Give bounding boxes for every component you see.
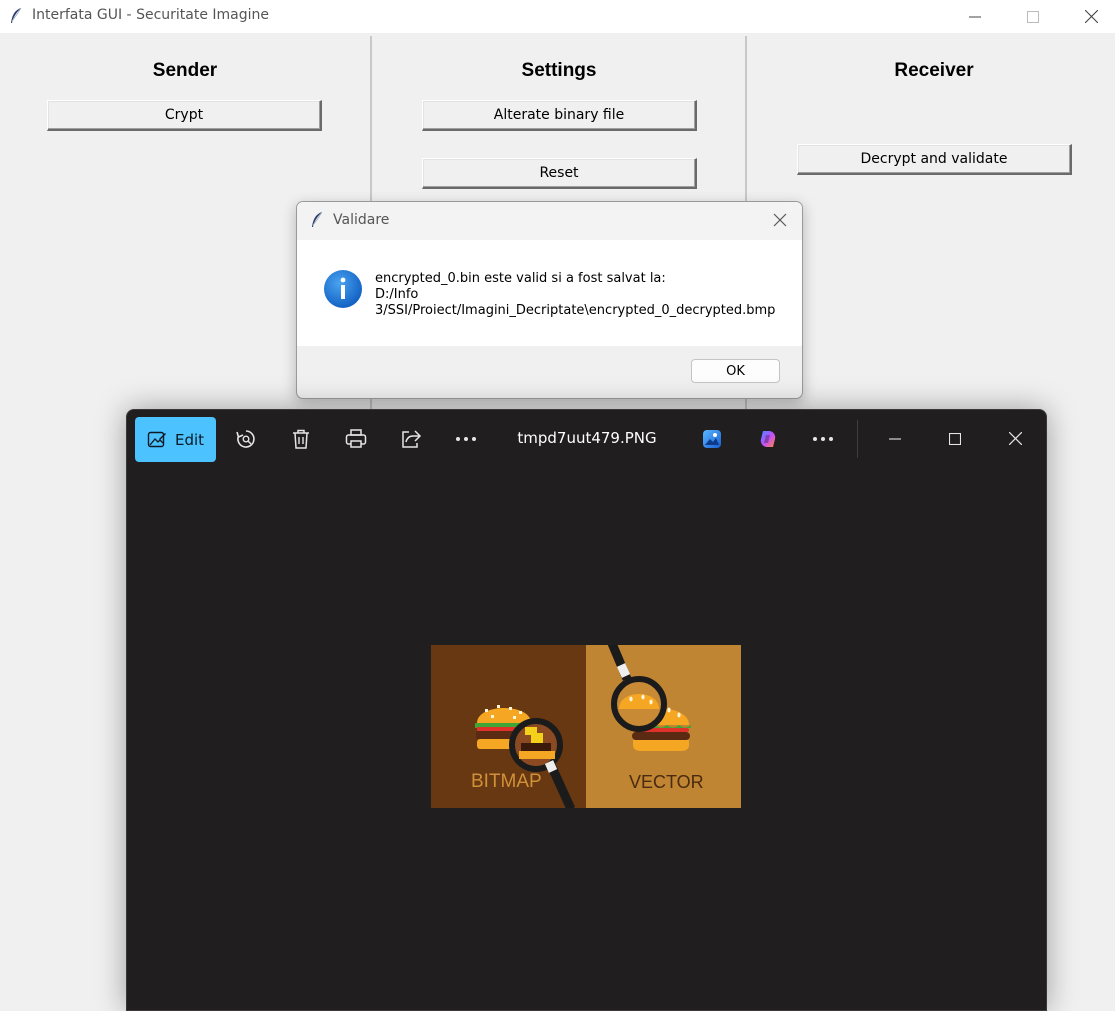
edit-label: Edit [174, 430, 205, 449]
edit-button[interactable]: Edit [135, 417, 216, 462]
close-button[interactable] [1062, 0, 1115, 33]
maximize-icon [1027, 10, 1039, 23]
alterate-binary-file-button[interactable]: Alterate binary file [422, 100, 697, 131]
copilot-button[interactable] [749, 410, 787, 467]
photos-app-icon [703, 429, 721, 448]
dialog-body: encrypted_0.bin este valid si a fost sal… [297, 240, 802, 346]
dialog-close-icon[interactable] [770, 210, 790, 230]
ellipsis-icon [813, 436, 833, 441]
vector-label: VECTOR [629, 772, 704, 792]
ellipsis-icon [456, 436, 476, 441]
reset-button[interactable]: Reset [422, 158, 697, 189]
trash-icon [293, 429, 309, 449]
more-options-button[interactable] [804, 410, 842, 467]
viewer-maximize-button[interactable] [933, 410, 977, 467]
minimize-icon [969, 16, 981, 17]
magnifier-icon [607, 645, 667, 732]
maximize-icon [949, 432, 961, 445]
viewer-minimize-button[interactable] [873, 410, 917, 467]
validation-dialog: Validare encrypted_0.bin este valid si a… [296, 201, 803, 399]
window-title: Interfata GUI - Securitate Imagine [32, 7, 270, 23]
receiver-title: Receiver [894, 60, 974, 81]
displayed-image: BITMAP VECTOR [431, 645, 741, 808]
rotate-icon [236, 429, 255, 448]
toolbar-separator [857, 420, 858, 458]
print-icon [345, 428, 367, 448]
more-options-button[interactable] [447, 410, 485, 467]
sender-title: Sender [152, 60, 218, 81]
close-icon [1084, 10, 1098, 23]
copilot-icon [760, 430, 776, 447]
maximize-button[interactable] [1004, 0, 1062, 33]
info-icon [324, 270, 362, 308]
feather-icon [11, 7, 22, 23]
magnifier-icon [509, 718, 575, 808]
feather-icon [312, 211, 323, 227]
decrypt-and-validate-button[interactable]: Decrypt and validate [797, 144, 1072, 175]
edit-image-icon [147, 431, 166, 447]
share-icon [402, 429, 422, 448]
minimize-icon [889, 437, 901, 440]
message-line: encrypted_0.bin este valid si a fost sal… [375, 271, 666, 286]
share-button[interactable] [392, 410, 430, 467]
crypt-button[interactable]: Crypt [47, 100, 322, 131]
main-titlebar: Interfata GUI - Securitate Imagine [0, 0, 1115, 33]
settings-title: Settings [521, 60, 597, 81]
message-line: 3/SSI/Proiect/Imagini_Decriptate\encrypt… [375, 303, 776, 318]
photos-viewer-window: Edit tmpd7uut479.PNG BITMAP VECTOR [126, 409, 1047, 1011]
viewer-close-button[interactable] [993, 410, 1037, 467]
close-icon [1008, 432, 1022, 445]
dialog-title: Validare [333, 212, 390, 228]
rotate-button[interactable] [227, 410, 265, 467]
bitmap-label: BITMAP [471, 771, 542, 792]
ok-button[interactable]: OK [691, 359, 780, 383]
message-line: D:/Info [375, 287, 419, 302]
file-name: tmpd7uut479.PNG [517, 429, 657, 447]
photos-app-button[interactable] [693, 410, 731, 467]
dialog-titlebar: Validare [297, 202, 802, 240]
delete-button[interactable] [282, 410, 320, 467]
minimize-button[interactable] [946, 0, 1004, 33]
dialog-message: encrypted_0.bin este valid si a fost sal… [375, 271, 785, 319]
print-button[interactable] [337, 410, 375, 467]
